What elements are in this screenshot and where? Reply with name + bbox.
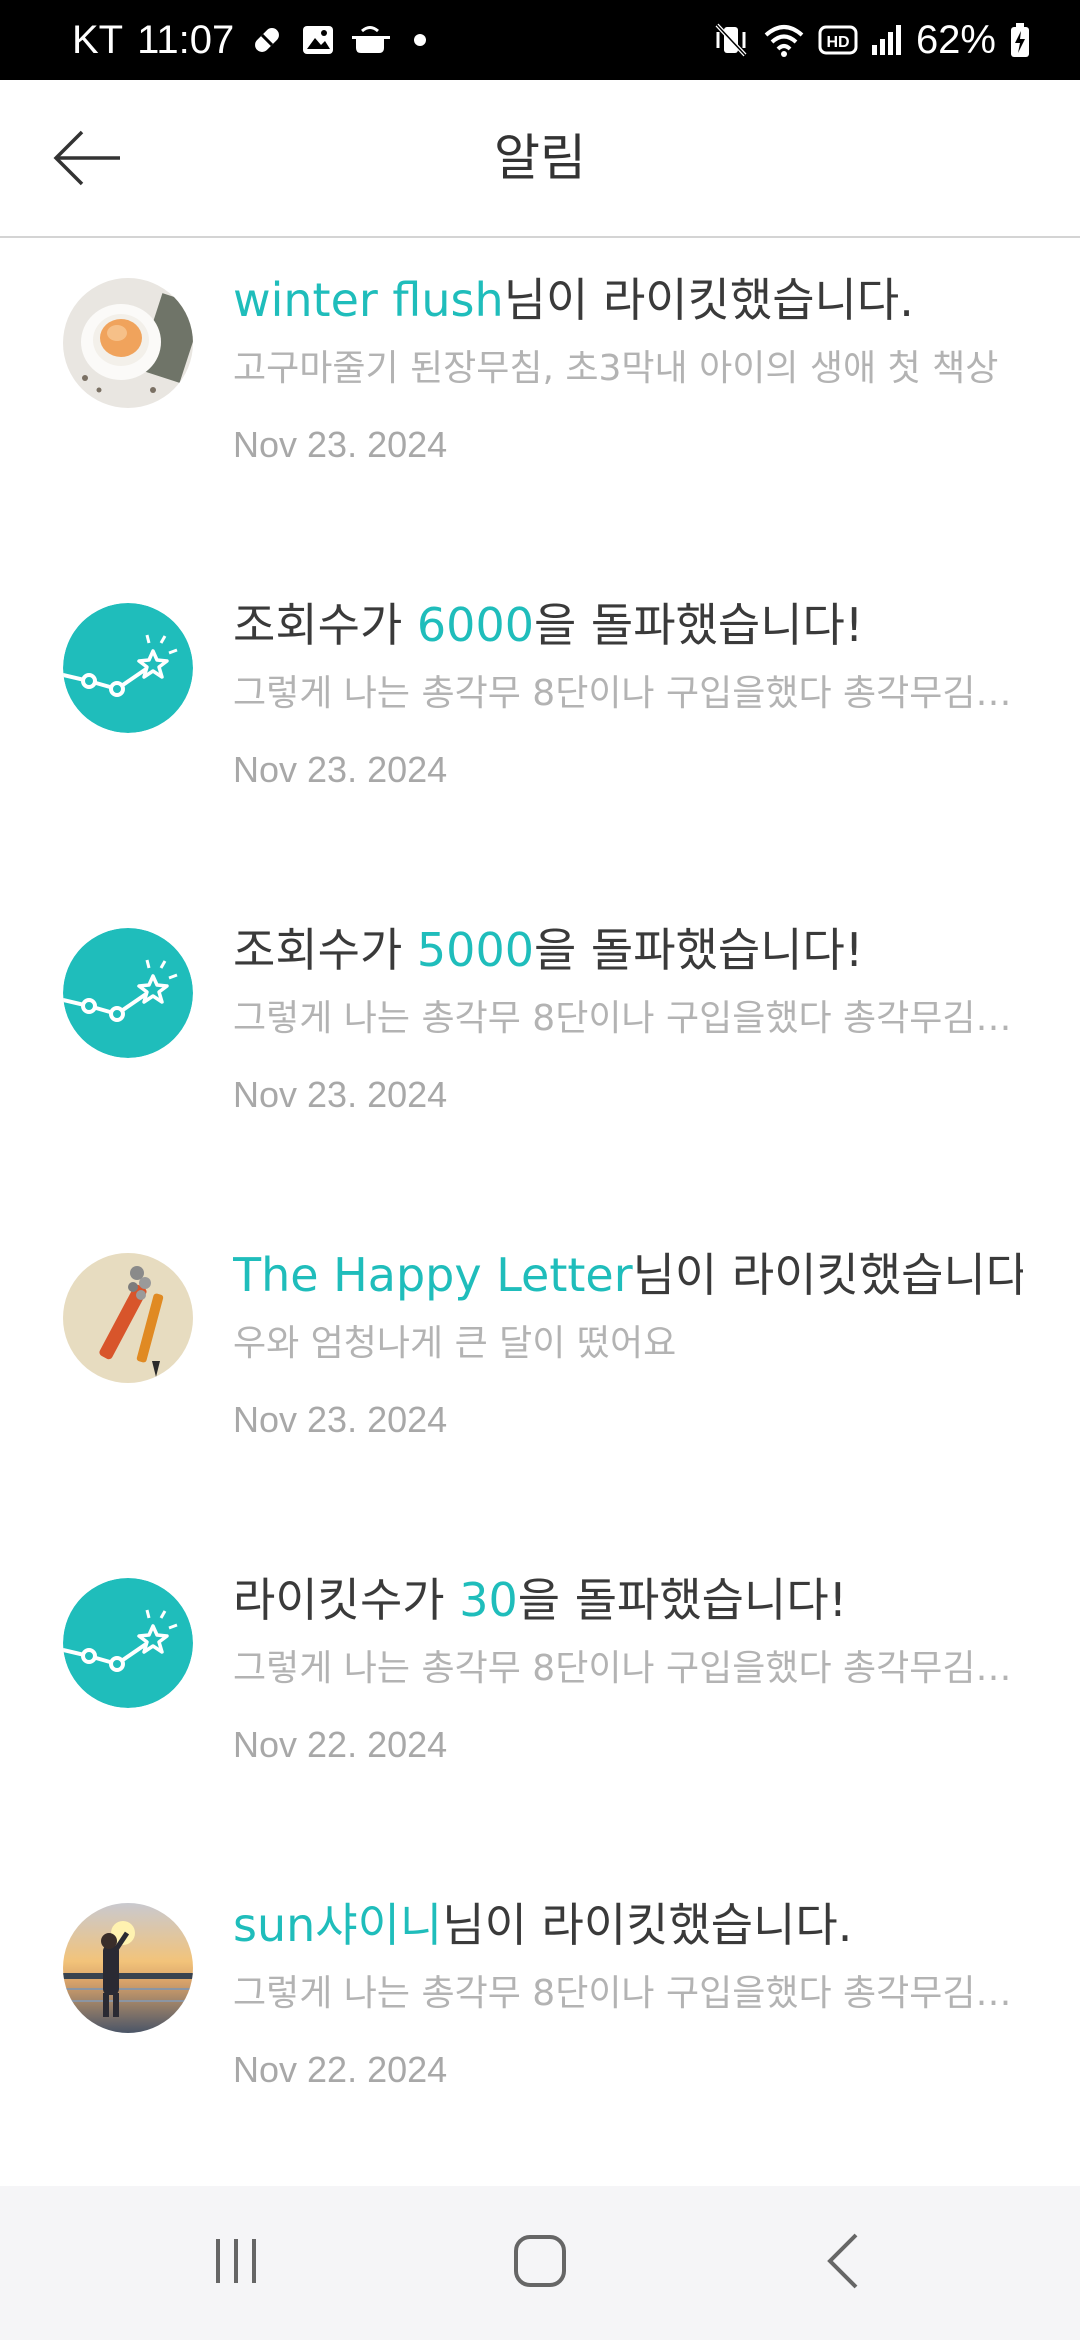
milestone-count: 6000 (416, 598, 534, 652)
pill-icon (248, 21, 286, 59)
milestone-badge (63, 603, 193, 733)
title-suffix: 님이 라이킷했습니다. (632, 1248, 1023, 1302)
milestone-chart-icon (63, 1578, 193, 1708)
article-excerpt: 그렇게 나는 총각무 8단이나 구입을했다 총각무김… (233, 1973, 1012, 2014)
arrow-left-icon (52, 128, 124, 192)
milestone-count: 30 (459, 1573, 518, 1627)
clock: 11:07 (137, 18, 235, 62)
notification-text: 라이킷수가 30을 돌파했습니다! 그렇게 나는 총각무 8단이나 구입을했다 … (233, 1568, 1023, 1770)
notification-text: 조회수가 5000을 돌파했습니다! 그렇게 나는 총각무 8단이나 구입을했다… (233, 918, 1023, 1120)
user-name-link[interactable]: sun샤이니 (233, 1898, 442, 1952)
article-excerpt: 그렇게 나는 총각무 8단이나 구입을했다 총각무김… (233, 1648, 1012, 1689)
back-button[interactable] (52, 120, 152, 200)
sunset-person-photo-icon (63, 1903, 193, 2033)
user-avatar (63, 1253, 193, 1383)
milestone-chart-icon (63, 603, 193, 733)
notification-title: 라이킷수가 30을 돌파했습니다! (233, 1568, 1023, 1632)
notification-list: winter flush님이 라이킷했습니다. 고구마줄기 된장무침, 초3막내… (0, 238, 1080, 2188)
article-excerpt: 그렇게 나는 총각무 8단이나 구입을했다 총각무김… (233, 998, 1012, 1039)
user-name-link[interactable]: The Happy Letter (233, 1248, 633, 1302)
user-avatar (63, 278, 193, 408)
notification-item[interactable]: 조회수가 6000을 돌파했습니다! 그렇게 나는 총각무 8단이나 구입을했다… (0, 563, 1080, 888)
article-excerpt: 그렇게 나는 총각무 8단이나 구입을했다 총각무김… (233, 673, 1012, 714)
title-prefix: 조회수가 (233, 923, 417, 977)
recent-apps-icon (208, 2233, 264, 2293)
home-button[interactable] (460, 2186, 620, 2340)
chevron-left-icon (816, 2231, 872, 2295)
notification-text: sun샤이니님이 라이킷했습니다. 그렇게 나는 총각무 8단이나 구입을했다 … (233, 1893, 1023, 2095)
battery-charging-icon (1008, 21, 1032, 59)
back-nav-button[interactable] (764, 2186, 924, 2340)
home-icon (512, 2233, 568, 2293)
user-name-link[interactable]: winter flush (233, 273, 504, 327)
milestone-badge (63, 1578, 193, 1708)
milestone-count: 5000 (416, 923, 534, 977)
title-prefix: 라이킷수가 (233, 1573, 460, 1627)
pencil-photo-icon (63, 1253, 193, 1383)
notification-text: 조회수가 6000을 돌파했습니다! 그렇게 나는 총각무 8단이나 구입을했다… (233, 593, 1023, 795)
notification-title: winter flush님이 라이킷했습니다. (233, 268, 1023, 332)
notification-date: Nov 23. 2024 (233, 1399, 448, 1440)
status-left: KT 11:07 (72, 0, 434, 80)
title-suffix: 을 돌파했습니다! (517, 1573, 848, 1627)
gallery-icon (300, 22, 336, 58)
notification-text: The Happy Letter님이 라이킷했습니다. 우와 엄청나게 큰 달이… (233, 1243, 1023, 1445)
app-header: 알림 (0, 80, 1080, 238)
title-prefix: 조회수가 (233, 598, 417, 652)
battery-percent: 62% (915, 18, 996, 62)
svg-text:HD: HD (826, 34, 849, 51)
notification-item[interactable]: The Happy Letter님이 라이킷했습니다. 우와 엄청나게 큰 달이… (0, 1213, 1080, 1538)
notification-date: Nov 22. 2024 (233, 2049, 448, 2090)
title-suffix: 님이 라이킷했습니다. (442, 1898, 853, 1952)
page-title: 알림 (494, 129, 586, 187)
notification-dot-icon (406, 30, 434, 50)
signal-icon (870, 23, 904, 57)
hd-voice-icon: HD (818, 23, 858, 57)
title-suffix: 을 돌파했습니다! (533, 598, 864, 652)
notification-date: Nov 23. 2024 (233, 424, 448, 465)
notification-item[interactable]: winter flush님이 라이킷했습니다. 고구마줄기 된장무침, 초3막내… (0, 238, 1080, 563)
title-suffix: 님이 라이킷했습니다. (503, 273, 914, 327)
user-avatar (63, 1903, 193, 2033)
status-bar: KT 11:07 HD 62% (0, 0, 1080, 80)
notification-title: 조회수가 5000을 돌파했습니다! (233, 918, 1023, 982)
milestone-chart-icon (63, 928, 193, 1058)
article-excerpt: 우와 엄청나게 큰 달이 떴어요 (233, 1323, 677, 1364)
article-excerpt: 고구마줄기 된장무침, 초3막내 아이의 생애 첫 책상 (233, 348, 999, 389)
notification-date: Nov 22. 2024 (233, 1724, 448, 1765)
wifi-icon (762, 21, 806, 59)
tea-cup-photo-icon (63, 278, 193, 408)
notification-item[interactable]: 라이킷수가 30을 돌파했습니다! 그렇게 나는 총각무 8단이나 구입을했다 … (0, 1538, 1080, 1863)
notification-title: sun샤이니님이 라이킷했습니다. (233, 1893, 1023, 1957)
notification-item[interactable]: 조회수가 5000을 돌파했습니다! 그렇게 나는 총각무 8단이나 구입을했다… (0, 888, 1080, 1213)
status-right: HD 62% (712, 0, 1032, 80)
notification-date: Nov 23. 2024 (233, 749, 448, 790)
notification-title: 조회수가 6000을 돌파했습니다! (233, 593, 1023, 657)
milestone-badge (63, 928, 193, 1058)
vibrate-mute-icon (712, 20, 750, 60)
carrier-label: KT (72, 18, 124, 62)
notification-text: winter flush님이 라이킷했습니다. 고구마줄기 된장무침, 초3막내… (233, 268, 1023, 470)
system-nav-bar (0, 2186, 1080, 2340)
recent-apps-button[interactable] (156, 2186, 316, 2340)
notification-date: Nov 23. 2024 (233, 1074, 448, 1115)
notification-title: The Happy Letter님이 라이킷했습니다. (233, 1243, 1023, 1307)
cooking-pot-icon (350, 22, 392, 58)
notification-item[interactable]: sun샤이니님이 라이킷했습니다. 그렇게 나는 총각무 8단이나 구입을했다 … (0, 1863, 1080, 2188)
title-suffix: 을 돌파했습니다! (533, 923, 864, 977)
